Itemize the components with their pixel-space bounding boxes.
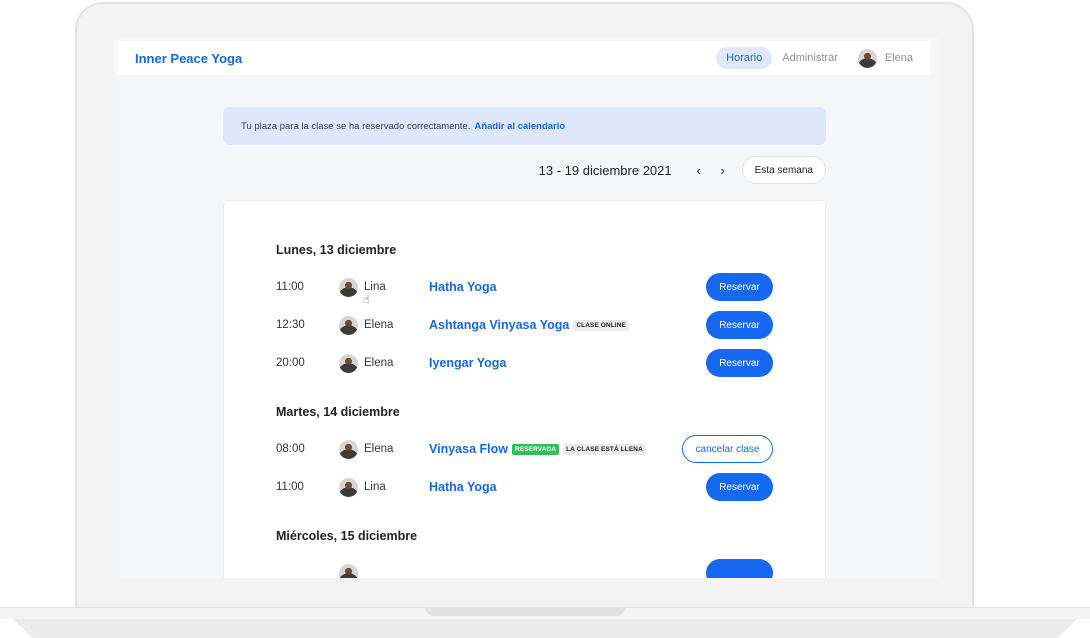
class-name-link[interactable]: Iyengar Yoga [429,356,506,370]
brand-logo[interactable]: Inner Peace Yoga [135,51,716,66]
instructor-avatar [339,563,358,578]
instructor-name: Elena [364,319,394,331]
top-nav: Inner Peace Yoga Horario Administrar Ele… [118,41,930,75]
instructor-name: Lina [364,481,386,493]
laptop-mockup: Inner Peace Yoga Horario Administrar Ele… [0,0,1090,638]
nav-manage-link[interactable]: Administrar [782,52,838,64]
class-instructor: Elena [339,353,429,373]
online-class-badge: CLASE ONLINE [573,319,629,331]
week-range: 13 - 19 diciembre 2021 [538,162,672,178]
class-info: Hatha Yoga [429,480,706,494]
this-week-button[interactable]: Esta semana [741,156,826,184]
add-to-calendar-link[interactable]: Añadir al calendario [474,121,565,132]
class-full-badge: LA CLASE ESTÁ LLENA [563,443,646,455]
user-menu[interactable]: Elena [857,48,913,68]
instructor-avatar [339,277,358,297]
class-time: 12:30 [276,319,305,331]
day-title: Martes, 14 diciembre [276,405,400,419]
class-info: Ashtanga Vinyasa Yoga CLASE ONLINE [429,318,706,332]
schedule-card: Lunes, 13 diciembre 11:00 Lina Hatha Yog… [223,200,826,578]
class-instructor: Lina [339,477,429,497]
class-time: 08:00 [276,443,305,455]
class-info: Vinyasa Flow RESERVADA LA CLASE ESTÁ LLE… [429,442,682,456]
reserve-button[interactable]: Reservar [706,273,773,301]
cancel-class-button[interactable]: cancelar clase [682,435,773,463]
instructor-avatar [339,353,358,373]
class-info: Iyengar Yoga [429,356,706,370]
reserve-button[interactable]: Reservar [706,349,773,377]
class-time: 20:00 [276,357,305,369]
class-row: 08:00 Elena Vinyasa Flow RESERVADA LA CL… [276,435,773,463]
instructor-avatar [339,315,358,335]
week-navigation: 13 - 19 diciembre 2021 ‹ › Esta semana [223,156,826,184]
class-row: 11:00 Lina Hatha Yoga Reservar [276,273,773,301]
class-instructor: Elena [339,315,429,335]
class-row [276,559,773,578]
reserved-badge: RESERVADA [511,443,560,455]
alert-message: Tu plaza para la clase se ha reservado c… [241,120,471,132]
instructor-avatar [339,477,358,497]
class-name-link[interactable]: Hatha Yoga [429,280,497,294]
class-row: 12:30 Elena Ashtanga Vinyasa Yoga CLASE … [276,311,773,339]
class-info: Hatha Yoga [429,280,706,294]
laptop-notch [425,607,625,616]
class-row: 11:00 Lina Hatha Yoga Reservar [276,473,773,501]
chevron-left-icon[interactable]: ‹ [692,163,706,178]
user-avatar [857,48,877,68]
class-time: 11:00 [276,481,304,493]
class-time: 11:00 [276,281,304,293]
app-screen: Inner Peace Yoga Horario Administrar Ele… [113,38,938,578]
instructor-name: Lina [364,281,386,293]
class-row: 20:00 Elena Iyengar Yoga Reservar [276,349,773,377]
reserve-button[interactable]: Reservar [706,473,773,501]
class-name-link[interactable]: Hatha Yoga [429,480,497,494]
class-name-link[interactable]: Vinyasa Flow [429,442,508,456]
user-name: Elena [884,52,913,64]
chevron-right-icon[interactable]: › [716,163,730,178]
instructor-avatar [339,439,358,459]
class-name-link[interactable]: Ashtanga Vinyasa Yoga [429,318,569,332]
success-alert: Tu plaza para la clase se ha reservado c… [223,107,826,145]
reserve-button[interactable] [706,559,773,578]
day-title: Lunes, 13 diciembre [276,243,397,257]
day-title: Miércoles, 15 diciembre [276,529,418,543]
class-instructor: Elena [339,439,429,459]
class-instructor [339,563,429,578]
nav-schedule-tab[interactable]: Horario [716,47,773,69]
reserve-button[interactable]: Reservar [706,311,773,339]
instructor-name: Elena [364,443,394,455]
class-instructor: Lina [339,277,429,297]
pointer-cursor-icon: ☝ [363,294,370,306]
instructor-name: Elena [364,357,394,369]
